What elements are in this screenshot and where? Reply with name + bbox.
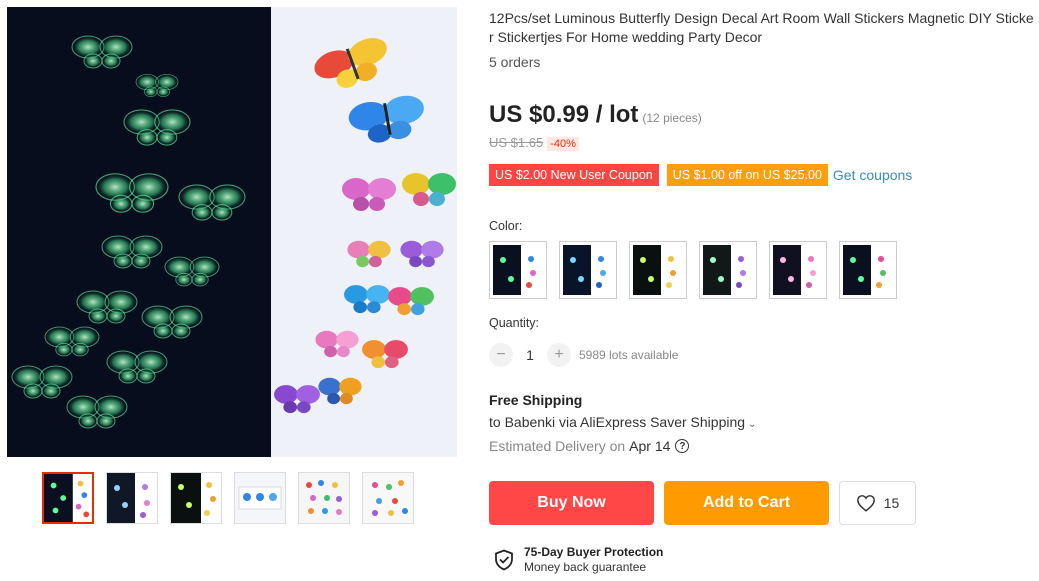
delivery-date: Apr 14 [629,438,671,454]
get-coupons-link[interactable]: Get coupons [833,167,912,183]
delivery-label: Estimated Delivery on [489,438,626,454]
heart-icon [856,495,875,512]
color-option-4[interactable] [699,241,757,299]
thumbnail-2[interactable] [106,472,158,524]
quantity-increase-button[interactable]: + [547,343,571,367]
add-to-cart-button[interactable]: Add to Cart [664,481,829,525]
protection-subtitle: Money back guarantee [524,560,647,574]
protection-title: 75-Day Buyer Protection [524,545,664,559]
current-price: US $0.99 / lot [489,101,639,128]
thumbnail-4[interactable] [234,472,286,524]
available-stock: 5989 lots available [579,348,679,362]
color-option-1[interactable] [489,241,547,299]
wishlist-count: 15 [883,495,900,511]
original-price-row: US $1.65 -40% [489,135,579,151]
wishlist-button[interactable]: 15 [839,481,916,525]
quantity-stepper: − 1 + 5989 lots available [489,343,678,367]
main-product-image[interactable] [7,7,457,457]
color-option-3[interactable] [629,241,687,299]
color-option-6[interactable] [839,241,897,299]
quantity-decrease-button[interactable]: − [489,343,513,367]
thumbnail-5[interactable] [298,472,350,524]
new-user-coupon[interactable]: US $2.00 New User Coupon [489,164,659,186]
lot-pieces: (12 pieces) [642,111,702,125]
estimated-delivery: Estimated Delivery on Apr 14 ? [489,438,690,454]
product-title: 12Pcs/set Luminous Butterfly Design Deca… [489,10,1034,45]
thumbnail-1[interactable] [42,472,94,524]
thumbnail-strip [42,472,414,524]
shipping-destination[interactable]: to Babenki via AliExpress Saver Shipping… [489,414,756,430]
shield-check-icon [495,549,513,571]
order-count: 5 orders [489,54,541,70]
discount-badge: -40% [547,137,579,151]
thumbnail-6[interactable] [362,472,414,524]
quantity-input[interactable]: 1 [513,347,547,363]
coupon-row: US $2.00 New User Coupon US $1.00 off on… [489,164,912,186]
chevron-down-icon: ⌄ [748,419,757,430]
shipping-method: to Babenki via AliExpress Saver Shipping [489,414,746,430]
original-price: US $1.65 [489,135,544,150]
thumbnail-3[interactable] [170,472,222,524]
color-label: Color: [489,219,523,233]
color-option-2[interactable] [559,241,617,299]
color-option-5[interactable] [769,241,827,299]
quantity-label: Quantity: [489,316,540,330]
help-icon[interactable]: ? [675,439,690,453]
store-coupon[interactable]: US $1.00 off on US $25.00 [666,164,828,186]
shipping-title: Free Shipping [489,392,583,408]
color-swatches [489,241,897,299]
price-row: US $0.99 / lot (12 pieces) [489,101,702,129]
buyer-protection: 75-Day Buyer Protection Money back guara… [494,545,663,575]
buy-now-button[interactable]: Buy Now [489,481,654,525]
butterfly-image [7,7,457,457]
